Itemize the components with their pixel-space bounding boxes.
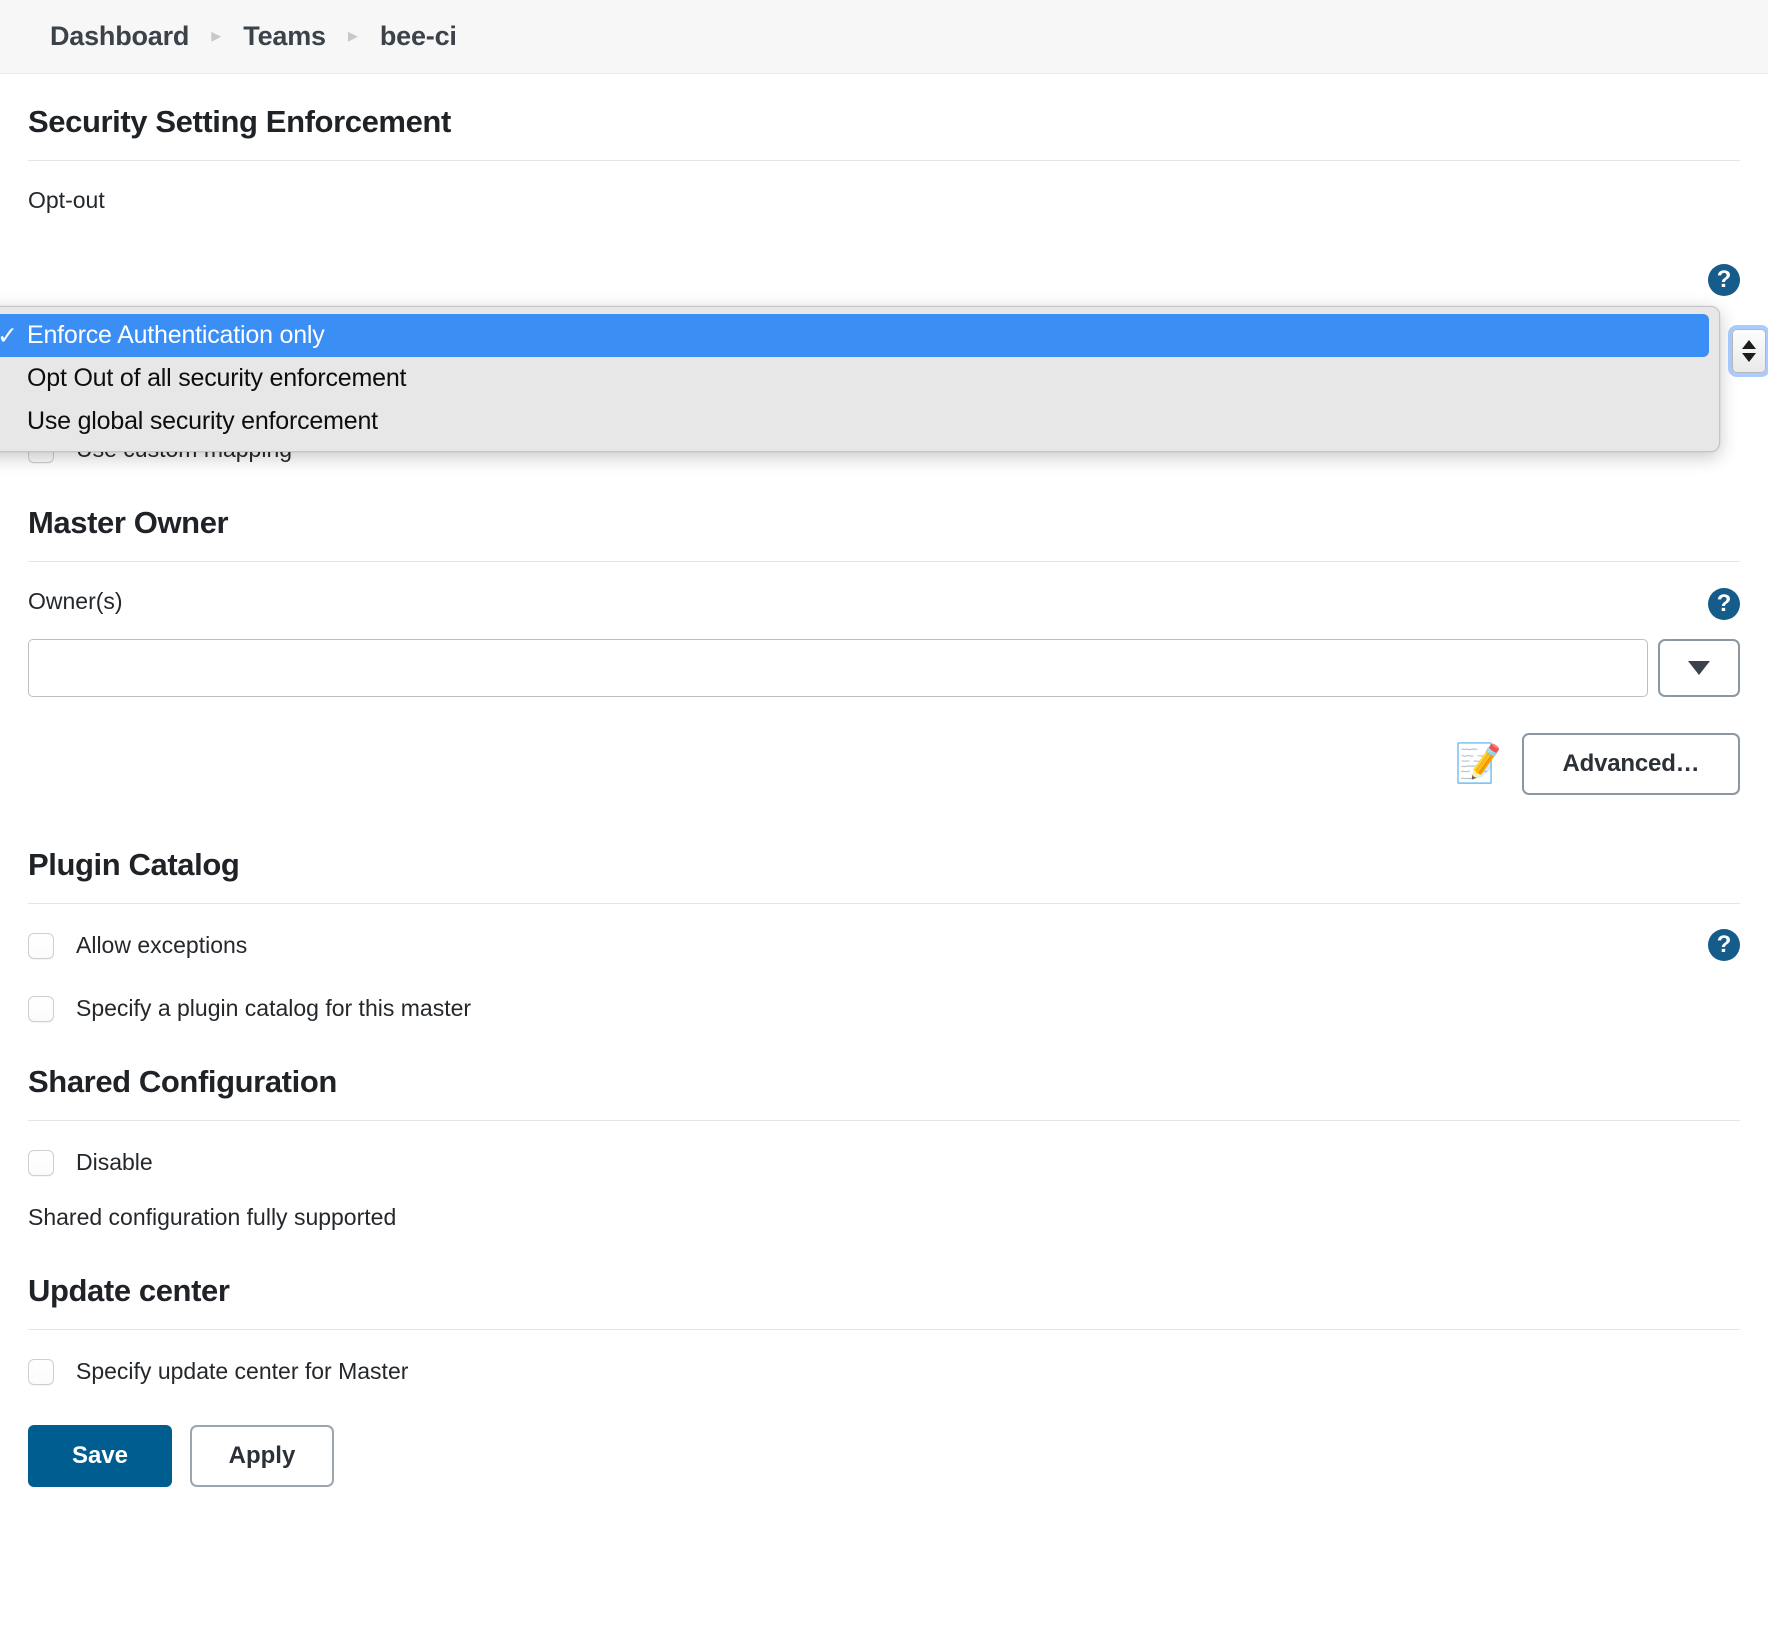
checkbox-label-specify-plugin-catalog: Specify a plugin catalog for this master [76,995,472,1021]
checkbox-disable[interactable] [28,1149,54,1176]
chevron-down-icon [1688,661,1710,675]
breadcrumb-separator-icon: ▸ [211,24,222,47]
save-button[interactable]: Save [28,1425,172,1487]
dropdown-option-label: Enforce Authentication only [27,321,325,349]
dropdown-option-label: Opt Out of all security enforcement [27,364,407,392]
section-title-master-owner: Master Owner [28,505,229,540]
dropdown-option-label: Use global security enforcement [27,407,378,435]
notepad-pencil-icon: 📝 [1454,743,1502,785]
checkbox-row-specify-update-center[interactable]: Specify update center for Master [28,1358,1740,1385]
dropdown-option-use-global-security-enforcement[interactable]: Use global security enforcement [0,400,1719,443]
section-title-plugin-catalog: Plugin Catalog [28,847,240,882]
checkbox-label-disable: Disable [76,1149,153,1175]
advanced-row: 📝 Advanced… [28,733,1740,795]
section-title-update-center: Update center [28,1273,230,1308]
owners-input[interactable] [28,639,1648,697]
section-divider [28,903,1740,904]
dropdown-stepper-control[interactable] [1732,329,1766,373]
checkbox-specify-update-center[interactable] [28,1358,54,1385]
opt-out-label: Opt-out [28,187,105,213]
breadcrumb-separator-icon: ▸ [347,24,358,47]
breadcrumb-item-dashboard[interactable]: Dashboard [50,21,189,52]
shared-configuration-status-text: Shared configuration fully supported [28,1204,397,1230]
section-title-shared-configuration: Shared Configuration [28,1064,337,1099]
section-divider [28,1120,1740,1121]
owners-label: Owner(s) [28,588,123,614]
breadcrumb-item-bee-ci[interactable]: bee-ci [380,21,457,52]
breadcrumb: Dashboard ▸ Teams ▸ bee-ci [0,0,1768,74]
help-icon-opt-out[interactable]: ? [1708,264,1740,296]
section-divider [28,1329,1740,1330]
chevron-up-icon [1742,340,1756,349]
breadcrumb-item-teams[interactable]: Teams [243,21,326,52]
apply-button[interactable]: Apply [190,1425,334,1487]
help-icon-owners[interactable]: ? [1708,588,1740,620]
form-actions: Save Apply [28,1425,1740,1537]
security-enforcement-dropdown-popup[interactable]: ✓ Enforce Authentication only Opt Out of… [0,306,1720,452]
checkbox-allow-exceptions[interactable] [28,932,54,959]
checkmark-icon: ✓ [0,321,18,350]
owners-field-row [28,639,1740,697]
checkbox-specify-plugin-catalog[interactable] [28,995,54,1022]
owners-dropdown-button[interactable] [1658,639,1740,697]
checkbox-row-specify-plugin-catalog[interactable]: Specify a plugin catalog for this master [28,995,1740,1022]
checkbox-label-specify-update-center: Specify update center for Master [76,1358,409,1384]
checkbox-row-disable[interactable]: Disable [28,1149,1740,1176]
dropdown-option-enforce-authentication-only[interactable]: ✓ Enforce Authentication only [0,314,1709,357]
checkbox-row-allow-exceptions[interactable]: Allow exceptions ? [28,929,1740,961]
advanced-button[interactable]: Advanced… [1522,733,1740,795]
dropdown-option-opt-out-of-all-security-enforcement[interactable]: Opt Out of all security enforcement [0,357,1719,400]
help-icon-allow-exceptions[interactable]: ? [1708,929,1740,961]
page-content: Security Setting Enforcement Opt-out ? ✓… [0,74,1768,1537]
checkbox-label-allow-exceptions: Allow exceptions [76,932,248,958]
chevron-down-icon [1742,353,1756,362]
section-title-security: Security Setting Enforcement [28,104,451,139]
